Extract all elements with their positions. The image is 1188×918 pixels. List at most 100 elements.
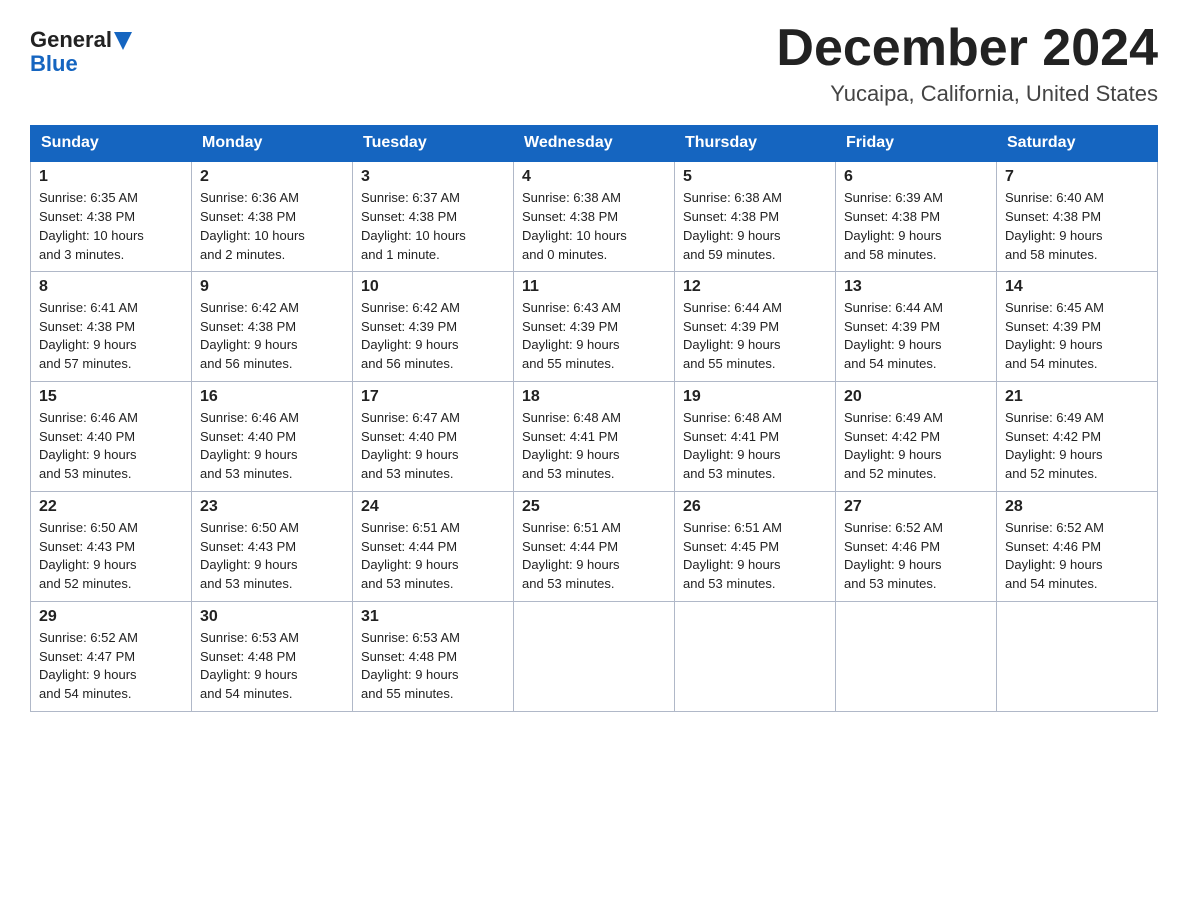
- day-number: 21: [1005, 388, 1149, 406]
- day-info: Sunrise: 6:48 AMSunset: 4:41 PMDaylight:…: [683, 409, 827, 484]
- calendar-cell: 28 Sunrise: 6:52 AMSunset: 4:46 PMDayligh…: [997, 491, 1158, 601]
- day-info: Sunrise: 6:44 AMSunset: 4:39 PMDaylight:…: [683, 299, 827, 374]
- day-info: Sunrise: 6:46 AMSunset: 4:40 PMDaylight:…: [200, 409, 344, 484]
- calendar-cell: 21 Sunrise: 6:49 AMSunset: 4:42 PMDayligh…: [997, 381, 1158, 491]
- day-number: 11: [522, 278, 666, 296]
- calendar-cell: 20 Sunrise: 6:49 AMSunset: 4:42 PMDayligh…: [836, 381, 997, 491]
- calendar-table: SundayMondayTuesdayWednesdayThursdayFrid…: [30, 125, 1158, 712]
- logo-blue: Blue: [30, 52, 78, 76]
- calendar-cell: 30Sunrise: 6:53 AMSunset: 4:48 PMDayligh…: [192, 601, 353, 711]
- day-info: Sunrise: 6:49 AMSunset: 4:42 PMDaylight:…: [1005, 409, 1149, 484]
- calendar-cell: 9 Sunrise: 6:42 AMSunset: 4:38 PMDaylight…: [192, 271, 353, 381]
- day-number: 18: [522, 388, 666, 406]
- day-info: Sunrise: 6:53 AMSunset: 4:48 PMDaylight:…: [200, 629, 344, 704]
- day-info: Sunrise: 6:38 AMSunset: 4:38 PMDaylight:…: [683, 189, 827, 264]
- calendar-cell: 29 Sunrise: 6:52 AMSunset: 4:47 PMDayligh…: [31, 601, 192, 711]
- day-number: 7: [1005, 168, 1149, 186]
- calendar-cell: [836, 601, 997, 711]
- day-number: 20: [844, 388, 988, 406]
- logo-general: General: [30, 28, 112, 52]
- day-info: Sunrise: 6:50 AMSunset: 4:43 PMDaylight:…: [200, 519, 344, 594]
- calendar-cell: 23 Sunrise: 6:50 AMSunset: 4:43 PMDayligh…: [192, 491, 353, 601]
- weekday-header-thursday: Thursday: [675, 126, 836, 162]
- calendar-cell: 10Sunrise: 6:42 AMSunset: 4:39 PMDayligh…: [353, 271, 514, 381]
- day-number: 29: [39, 608, 183, 626]
- day-number: 17: [361, 388, 505, 406]
- day-info: Sunrise: 6:42 AMSunset: 4:38 PMDaylight:…: [200, 299, 344, 374]
- day-info: Sunrise: 6:47 AMSunset: 4:40 PMDaylight:…: [361, 409, 505, 484]
- day-number: 16: [200, 388, 344, 406]
- calendar-cell: 15 Sunrise: 6:46 AMSunset: 4:40 PMDayligh…: [31, 381, 192, 491]
- location-title: Yucaipa, California, United States: [776, 81, 1158, 107]
- day-number: 26: [683, 498, 827, 516]
- week-row-3: 15 Sunrise: 6:46 AMSunset: 4:40 PMDayligh…: [31, 381, 1158, 491]
- day-info: Sunrise: 6:51 AMSunset: 4:44 PMDaylight:…: [522, 519, 666, 594]
- day-number: 22: [39, 498, 183, 516]
- day-info: Sunrise: 6:53 AMSunset: 4:48 PMDaylight:…: [361, 629, 505, 704]
- calendar-cell: 17 Sunrise: 6:47 AMSunset: 4:40 PMDayligh…: [353, 381, 514, 491]
- day-info: Sunrise: 6:37 AMSunset: 4:38 PMDaylight:…: [361, 189, 505, 264]
- day-info: Sunrise: 6:50 AMSunset: 4:43 PMDaylight:…: [39, 519, 183, 594]
- calendar-cell: 12 Sunrise: 6:44 AMSunset: 4:39 PMDayligh…: [675, 271, 836, 381]
- day-number: 27: [844, 498, 988, 516]
- day-info: Sunrise: 6:52 AMSunset: 4:46 PMDaylight:…: [1005, 519, 1149, 594]
- weekday-header-tuesday: Tuesday: [353, 126, 514, 162]
- day-number: 24: [361, 498, 505, 516]
- header: General Blue December 2024 Yucaipa, Cali…: [30, 20, 1158, 107]
- day-number: 5: [683, 168, 827, 186]
- day-info: Sunrise: 6:38 AMSunset: 4:38 PMDaylight:…: [522, 189, 666, 264]
- logo-arrow-icon: [114, 32, 132, 50]
- title-area: December 2024 Yucaipa, California, Unite…: [776, 20, 1158, 107]
- calendar-cell: 31Sunrise: 6:53 AMSunset: 4:48 PMDayligh…: [353, 601, 514, 711]
- week-row-2: 8 Sunrise: 6:41 AMSunset: 4:38 PMDaylight…: [31, 271, 1158, 381]
- day-info: Sunrise: 6:43 AMSunset: 4:39 PMDaylight:…: [522, 299, 666, 374]
- logo: General Blue: [30, 28, 132, 76]
- day-number: 15: [39, 388, 183, 406]
- calendar-cell: [514, 601, 675, 711]
- week-row-1: 1Sunrise: 6:35 AMSunset: 4:38 PMDaylight…: [31, 161, 1158, 271]
- calendar-cell: 14Sunrise: 6:45 AMSunset: 4:39 PMDayligh…: [997, 271, 1158, 381]
- day-number: 2: [200, 168, 344, 186]
- weekday-header-row: SundayMondayTuesdayWednesdayThursdayFrid…: [31, 126, 1158, 162]
- day-info: Sunrise: 6:51 AMSunset: 4:45 PMDaylight:…: [683, 519, 827, 594]
- day-info: Sunrise: 6:45 AMSunset: 4:39 PMDaylight:…: [1005, 299, 1149, 374]
- calendar-cell: 6 Sunrise: 6:39 AMSunset: 4:38 PMDaylight…: [836, 161, 997, 271]
- day-info: Sunrise: 6:49 AMSunset: 4:42 PMDaylight:…: [844, 409, 988, 484]
- day-info: Sunrise: 6:51 AMSunset: 4:44 PMDaylight:…: [361, 519, 505, 594]
- day-number: 6: [844, 168, 988, 186]
- calendar-cell: 26 Sunrise: 6:51 AMSunset: 4:45 PMDayligh…: [675, 491, 836, 601]
- calendar-cell: 27Sunrise: 6:52 AMSunset: 4:46 PMDayligh…: [836, 491, 997, 601]
- day-info: Sunrise: 6:41 AMSunset: 4:38 PMDaylight:…: [39, 299, 183, 374]
- day-number: 12: [683, 278, 827, 296]
- day-info: Sunrise: 6:42 AMSunset: 4:39 PMDaylight:…: [361, 299, 505, 374]
- day-number: 4: [522, 168, 666, 186]
- calendar-cell: 8 Sunrise: 6:41 AMSunset: 4:38 PMDaylight…: [31, 271, 192, 381]
- day-info: Sunrise: 6:44 AMSunset: 4:39 PMDaylight:…: [844, 299, 988, 374]
- calendar-cell: 16 Sunrise: 6:46 AMSunset: 4:40 PMDayligh…: [192, 381, 353, 491]
- calendar-cell: 1Sunrise: 6:35 AMSunset: 4:38 PMDaylight…: [31, 161, 192, 271]
- day-number: 25: [522, 498, 666, 516]
- day-info: Sunrise: 6:36 AMSunset: 4:38 PMDaylight:…: [200, 189, 344, 264]
- calendar-cell: 22 Sunrise: 6:50 AMSunset: 4:43 PMDayligh…: [31, 491, 192, 601]
- weekday-header-wednesday: Wednesday: [514, 126, 675, 162]
- weekday-header-sunday: Sunday: [31, 126, 192, 162]
- day-number: 8: [39, 278, 183, 296]
- day-number: 9: [200, 278, 344, 296]
- day-number: 23: [200, 498, 344, 516]
- calendar-cell: 13Sunrise: 6:44 AMSunset: 4:39 PMDayligh…: [836, 271, 997, 381]
- day-info: Sunrise: 6:40 AMSunset: 4:38 PMDaylight:…: [1005, 189, 1149, 264]
- day-number: 1: [39, 168, 183, 186]
- month-title: December 2024: [776, 20, 1158, 77]
- calendar-cell: 19Sunrise: 6:48 AMSunset: 4:41 PMDayligh…: [675, 381, 836, 491]
- calendar-cell: [997, 601, 1158, 711]
- day-info: Sunrise: 6:46 AMSunset: 4:40 PMDaylight:…: [39, 409, 183, 484]
- calendar-cell: 11 Sunrise: 6:43 AMSunset: 4:39 PMDayligh…: [514, 271, 675, 381]
- calendar-cell: 4 Sunrise: 6:38 AMSunset: 4:38 PMDaylight…: [514, 161, 675, 271]
- week-row-5: 29 Sunrise: 6:52 AMSunset: 4:47 PMDayligh…: [31, 601, 1158, 711]
- day-number: 28: [1005, 498, 1149, 516]
- calendar-cell: 7 Sunrise: 6:40 AMSunset: 4:38 PMDaylight…: [997, 161, 1158, 271]
- weekday-header-monday: Monday: [192, 126, 353, 162]
- day-info: Sunrise: 6:39 AMSunset: 4:38 PMDaylight:…: [844, 189, 988, 264]
- weekday-header-saturday: Saturday: [997, 126, 1158, 162]
- day-info: Sunrise: 6:52 AMSunset: 4:47 PMDaylight:…: [39, 629, 183, 704]
